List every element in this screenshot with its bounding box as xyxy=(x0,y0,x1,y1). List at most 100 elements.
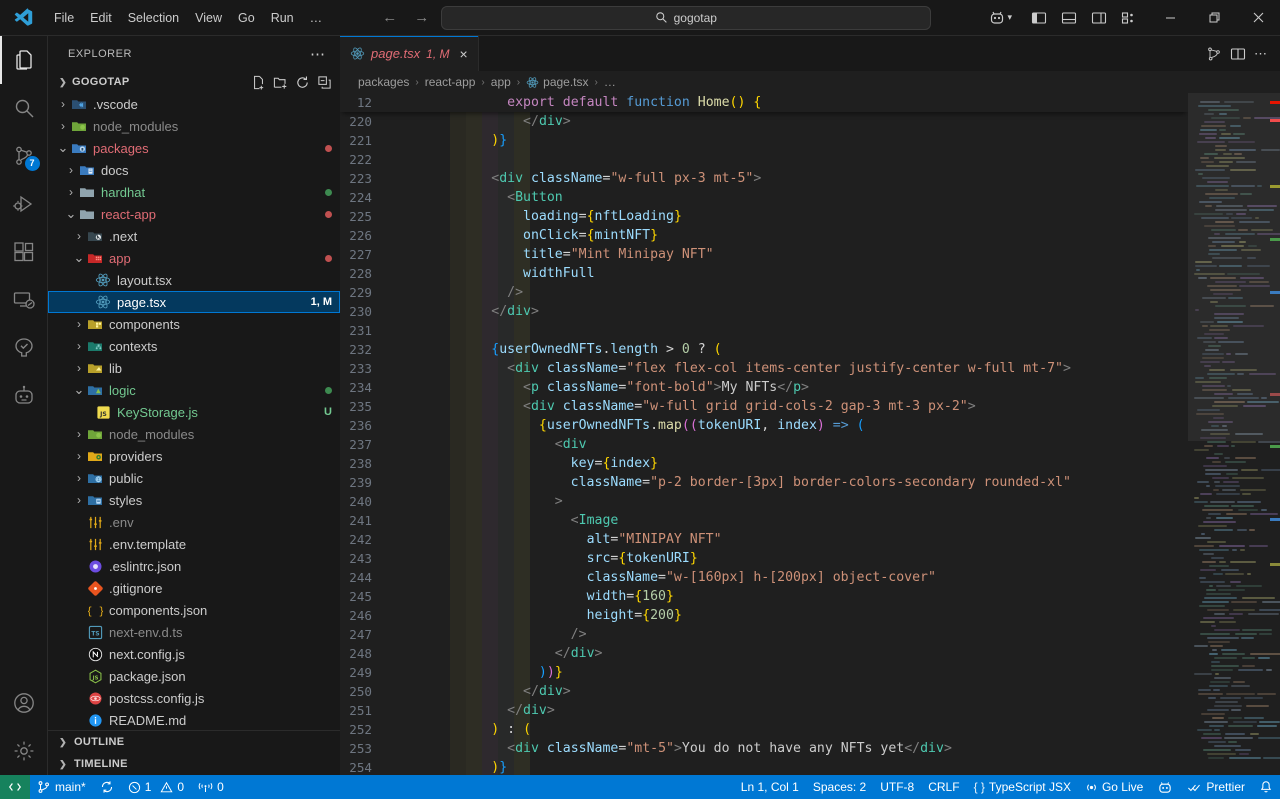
tree-item-node-modules[interactable]: › node_modules xyxy=(48,423,340,445)
tree-item-styles[interactable]: › styles xyxy=(48,489,340,511)
minimap-slider[interactable] xyxy=(1188,93,1280,441)
activity-source-control[interactable]: 7 xyxy=(0,132,48,180)
tree-item-postcss-config-js[interactable]: postcss.config.js xyxy=(48,687,340,709)
code-line[interactable]: 232 {userOwnedNFTs.length > 0 ? ( xyxy=(340,340,1188,359)
more-actions-icon[interactable]: ⋯ xyxy=(1254,46,1268,62)
tree-item-hardhat[interactable]: › hardhat xyxy=(48,181,340,203)
new-file-icon[interactable] xyxy=(251,75,266,90)
tree-item-eslintrc-json[interactable]: .eslintrc.json xyxy=(48,555,340,577)
status-ports[interactable]: 0 xyxy=(191,775,231,799)
code-line[interactable]: 253 <div className="mt-5">You do not hav… xyxy=(340,739,1188,758)
code-line[interactable]: 244 className="w-[160px] h-[200px] objec… xyxy=(340,568,1188,587)
menu-run[interactable]: Run xyxy=(263,8,302,28)
code-content[interactable]: 220 </div> 221 )} 222 223 <div className="w… xyxy=(340,93,1188,775)
tree-item-readme-md[interactable]: README.md xyxy=(48,709,340,730)
status-indentation[interactable]: Spaces: 2 xyxy=(806,775,873,799)
code-line[interactable]: 223 <div className="w-full px-3 mt-5"> xyxy=(340,169,1188,188)
tree-item-packages[interactable]: ⌄ packages xyxy=(48,137,340,159)
code-line[interactable]: 231 xyxy=(340,321,1188,340)
tree-item-docs[interactable]: › docs xyxy=(48,159,340,181)
close-button[interactable] xyxy=(1236,0,1280,35)
breadcrumb-item-page-tsx[interactable]: page.tsx xyxy=(526,75,589,89)
minimize-button[interactable] xyxy=(1148,0,1192,35)
code-line[interactable]: 233 <div className="flex flex-col items-… xyxy=(340,359,1188,378)
code-line[interactable]: 235 <div className="w-full grid grid-col… xyxy=(340,397,1188,416)
tree-item-node-modules[interactable]: › node_modules xyxy=(48,115,340,137)
minimap[interactable] xyxy=(1188,93,1280,775)
code-line[interactable]: 243 src={tokenURI} xyxy=(340,549,1188,568)
status-sync[interactable] xyxy=(93,775,121,799)
status-problems[interactable]: 1 0 xyxy=(121,775,191,799)
breadcrumb-item--[interactable]: … xyxy=(604,75,616,89)
remote-indicator[interactable] xyxy=(0,775,30,799)
collapse-all-icon[interactable] xyxy=(317,75,332,90)
activity-run-and-debug[interactable] xyxy=(0,180,48,228)
code-line[interactable]: 247 /> xyxy=(340,625,1188,644)
accounts-button[interactable]: ▾ xyxy=(981,10,1020,26)
tree-item-env[interactable]: .env xyxy=(48,511,340,533)
code-line[interactable]: 249 ))} xyxy=(340,663,1188,682)
close-icon[interactable]: × xyxy=(460,47,468,61)
code-line[interactable]: 246 height={200} xyxy=(340,606,1188,625)
breadcrumb-item-packages[interactable]: packages xyxy=(358,75,409,89)
code-line[interactable]: 221 )} xyxy=(340,131,1188,150)
status-notifications-bell-icon[interactable] xyxy=(1252,775,1280,799)
outline-panel-header[interactable]: ❯ OUTLINE xyxy=(48,731,340,753)
status-cursor-position[interactable]: Ln 1, Col 1 xyxy=(734,775,806,799)
activity-testing[interactable] xyxy=(0,324,48,372)
code-line[interactable]: 241 <Image xyxy=(340,511,1188,530)
tree-item-next-config-js[interactable]: next.config.js xyxy=(48,643,340,665)
tree-item-layout-tsx[interactable]: layout.tsx xyxy=(48,269,340,291)
activity-remote-explorer[interactable] xyxy=(0,276,48,324)
code-line[interactable]: 226 onClick={mintNFT} xyxy=(340,226,1188,245)
toggle-primary-sidebar-icon[interactable] xyxy=(1026,5,1052,31)
tab-page-tsx[interactable]: page.tsx 1, M × xyxy=(340,36,479,71)
status-go-live[interactable]: Go Live xyxy=(1078,775,1150,799)
tree-item-contexts[interactable]: › contexts xyxy=(48,335,340,357)
code-line[interactable]: 236 {userOwnedNFTs.map((tokenURI, index)… xyxy=(340,416,1188,435)
breadcrumb[interactable]: packages › react-app › app › page.tsx ›… xyxy=(340,71,1280,93)
code-line[interactable]: 238 key={index} xyxy=(340,454,1188,473)
code-line[interactable]: 228 widthFull xyxy=(340,264,1188,283)
toggle-panel-icon[interactable] xyxy=(1056,5,1082,31)
code-line[interactable]: 248 </div> xyxy=(340,644,1188,663)
tree-item-next[interactable]: › .next xyxy=(48,225,340,247)
refresh-icon[interactable] xyxy=(295,75,310,90)
toggle-secondary-sidebar-icon[interactable] xyxy=(1086,5,1112,31)
status-encoding[interactable]: UTF-8 xyxy=(873,775,921,799)
activity-ai-assistant[interactable] xyxy=(0,372,48,420)
code-line[interactable]: 242 alt="MINIPAY NFT" xyxy=(340,530,1188,549)
breadcrumb-item-app[interactable]: app xyxy=(491,75,511,89)
customize-layout-icon[interactable] xyxy=(1116,5,1142,31)
code-line[interactable]: 230 </div> xyxy=(340,302,1188,321)
status-accounts-icon[interactable] xyxy=(1150,775,1180,799)
activity-search[interactable] xyxy=(0,84,48,132)
arrow-right-icon[interactable]: → xyxy=(413,9,431,26)
status-prettier[interactable]: Prettier xyxy=(1180,775,1252,799)
code-line[interactable]: 239 className="p-2 border-[3px] border-c… xyxy=(340,473,1188,492)
tree-item-react-app[interactable]: ⌄ react-app xyxy=(48,203,340,225)
tree-item-gitignore[interactable]: .gitignore xyxy=(48,577,340,599)
tree-item-providers[interactable]: › providers xyxy=(48,445,340,467)
activity-accounts[interactable] xyxy=(0,679,48,727)
source-control-graph-icon[interactable] xyxy=(1206,46,1222,62)
tree-item-app[interactable]: ⌄ app xyxy=(48,247,340,269)
menu-edit[interactable]: Edit xyxy=(82,8,120,28)
status-language-mode[interactable]: { } TypeScript JSX xyxy=(967,775,1078,799)
split-editor-icon[interactable] xyxy=(1230,46,1246,62)
breadcrumb-item-react-app[interactable]: react-app xyxy=(425,75,476,89)
code-line[interactable]: 234 <p className="font-bold">My NFTs</p> xyxy=(340,378,1188,397)
code-line[interactable]: 227 title="Mint Minipay NFT" xyxy=(340,245,1188,264)
tree-item-page-tsx[interactable]: page.tsx 1, M xyxy=(48,291,340,313)
restore-button[interactable] xyxy=(1192,0,1236,35)
code-line[interactable]: 245 width={160} xyxy=(340,587,1188,606)
tree-item-next-env-d-ts[interactable]: TS next-env.d.ts xyxy=(48,621,340,643)
activity-explorer[interactable] xyxy=(0,36,48,84)
menu-selection[interactable]: Selection xyxy=(120,8,187,28)
code-line[interactable]: 251 </div> xyxy=(340,701,1188,720)
arrow-left-icon[interactable]: ← xyxy=(381,9,399,26)
command-center-search[interactable]: gogotap xyxy=(440,5,931,30)
code-line[interactable]: 250 </div> xyxy=(340,682,1188,701)
code-line[interactable]: 224 <Button xyxy=(340,188,1188,207)
status-eol[interactable]: CRLF xyxy=(921,775,966,799)
